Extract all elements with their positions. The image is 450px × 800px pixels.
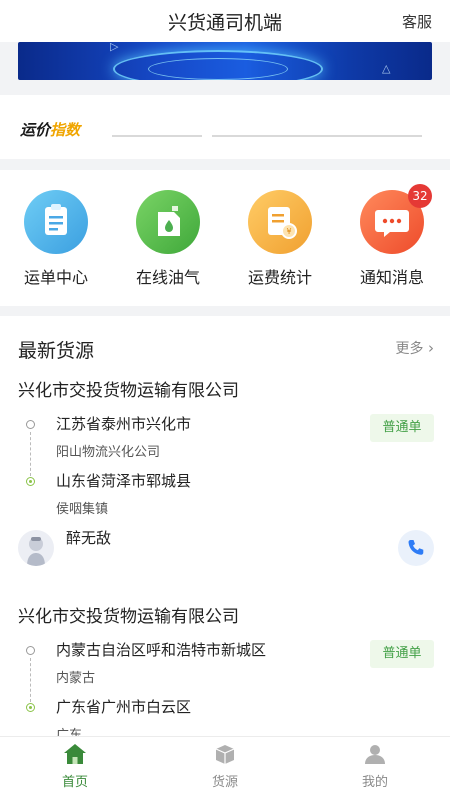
cargo-company: 兴化市交投货物运输有限公司 xyxy=(18,381,239,401)
customer-service-button[interactable]: 客服 xyxy=(402,11,432,32)
nav-label: 首页 xyxy=(61,775,88,790)
svg-text:¥: ¥ xyxy=(286,227,291,236)
route-line xyxy=(30,432,31,476)
origin-detail: 阳山物流兴化公司 xyxy=(56,445,161,460)
nav-goods[interactable]: 货源 xyxy=(150,743,300,790)
origin-dot-icon xyxy=(26,420,35,429)
phone-call-button[interactable] xyxy=(398,530,434,566)
freight-index-logo: 运价指数 xyxy=(20,121,81,139)
message-icon: 32 xyxy=(360,184,432,254)
destination-dot-icon xyxy=(26,477,35,486)
nav-home[interactable]: 首页 xyxy=(0,743,150,790)
order-type-tag: 普通单 xyxy=(370,414,434,442)
menu-label: 运单中心 xyxy=(23,268,88,287)
origin-city: 江苏省泰州市兴化市 xyxy=(56,415,192,433)
freight-index-card[interactable]: 运价指数 xyxy=(0,95,450,159)
menu-online-oil-gas[interactable]: 在线油气 xyxy=(112,190,224,288)
home-icon xyxy=(64,744,86,764)
origin-dot-icon xyxy=(26,646,35,655)
menu-notifications[interactable]: 32 通知消息 xyxy=(336,184,448,288)
index-placeholder-line xyxy=(212,135,422,137)
banner-triangle-icon: △ xyxy=(382,62,391,75)
route-line xyxy=(30,658,31,702)
avatar xyxy=(18,530,54,566)
package-icon xyxy=(215,745,235,764)
origin-city: 内蒙古自治区呼和浩特市新城区 xyxy=(56,641,267,659)
bottom-navigation: 首页 货源 我的 xyxy=(0,736,450,800)
cargo-company: 兴化市交投货物运输有限公司 xyxy=(18,607,239,627)
cargo-card[interactable]: 兴化市交投货物运输有限公司 内蒙古自治区呼和浩特市新城区 内蒙古 广东省广州市白… xyxy=(0,602,450,743)
user-icon xyxy=(365,745,385,764)
destination-city: 广东省广州市白云区 xyxy=(56,698,192,716)
phone-icon xyxy=(408,540,424,555)
notification-badge: 32 xyxy=(408,184,432,208)
document-icon xyxy=(24,190,88,254)
origin-detail: 内蒙古 xyxy=(56,671,96,686)
page-title: 兴货通司机端 xyxy=(167,12,282,34)
index-placeholder-line xyxy=(112,135,202,137)
app-header: 兴货通司机端 客服 xyxy=(0,0,450,42)
nav-mine[interactable]: 我的 xyxy=(300,743,450,790)
quick-menu: 运单中心 在线油气 ¥ 运费统计 32 通知消息 xyxy=(0,170,450,306)
menu-label: 通知消息 xyxy=(359,268,424,287)
banner-triangle-icon: ▷ xyxy=(110,42,119,53)
nav-label: 货源 xyxy=(211,775,238,790)
chevron-right-icon: › xyxy=(428,339,434,357)
destination-detail: 侯咽集镇 xyxy=(56,502,109,517)
cargo-owner-name: 醉无敌 xyxy=(66,529,112,547)
nav-label: 我的 xyxy=(361,775,388,790)
statistics-icon: ¥ xyxy=(248,190,312,254)
menu-label: 在线油气 xyxy=(135,268,200,287)
destination-city: 山东省菏泽市郓城县 xyxy=(56,472,192,490)
menu-waybill-center[interactable]: 运单中心 xyxy=(0,190,112,288)
banner-glow-ring-inner xyxy=(148,58,288,80)
menu-label: 运费统计 xyxy=(247,268,312,287)
oil-can-icon xyxy=(136,190,200,254)
cargo-card[interactable]: 兴化市交投货物运输有限公司 江苏省泰州市兴化市 阳山物流兴化公司 山东省菏泽市郓… xyxy=(0,376,450,566)
order-type-tag: 普通单 xyxy=(370,640,434,668)
destination-dot-icon xyxy=(26,703,35,712)
more-link[interactable]: 更多 › xyxy=(396,338,434,358)
promo-banner[interactable]: ▷ △ xyxy=(18,42,432,80)
latest-goods-section: 最新货源 更多 › 兴化市交投货物运输有限公司 江苏省泰州市兴化市 阳山物流兴化… xyxy=(0,316,450,743)
section-title: 最新货源 xyxy=(18,340,95,362)
menu-freight-statistics[interactable]: ¥ 运费统计 xyxy=(224,190,336,288)
